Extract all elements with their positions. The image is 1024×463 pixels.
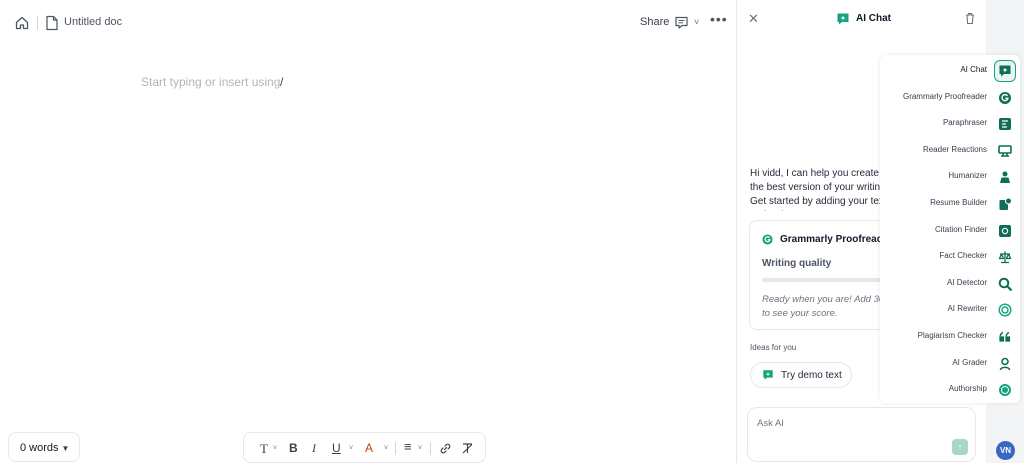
active-tool-highlight [994,60,1016,82]
clear-format-icon[interactable] [461,442,474,455]
scale-icon [998,251,1012,264]
chat-title: AI Chat [856,13,891,24]
tools-menu: AI Chat Grammarly Proofreader Paraphraser R… [880,55,1020,403]
tool-item-reader-reactions[interactable]: Reader Reactions [880,139,1020,163]
resume-icon [999,197,1012,210]
tool-label: Citation Finder [934,224,987,234]
rewriter-icon [998,303,1012,317]
toolbar-separator [395,442,396,455]
chevron-down-icon[interactable]: ˅ [273,445,277,452]
tool-label: AI Grader [952,357,987,367]
toolbar-separator [430,442,431,455]
tool-item-authorship[interactable]: Authorship [880,378,1020,402]
tool-item-plagiarism-checker[interactable]: Plagiarism Checker [880,325,1020,349]
tool-label: AI Rewriter [947,304,987,314]
link-icon[interactable] [439,442,452,455]
chevron-down-icon[interactable]: ˅ [694,17,699,27]
tool-item-ai-grader[interactable]: AI Grader [880,352,1020,376]
ai-chat-icon [837,13,849,25]
tool-item-ai-detector[interactable]: AI Detector [880,272,1020,296]
editor-placeholder[interactable]: Start typing or insert using [141,75,280,89]
editor-pane: Untitled doc Share ˅ ••• Start typing or… [0,0,736,463]
tool-label: Authorship [948,384,987,394]
detector-icon [998,277,1012,291]
text-style-button[interactable]: T [260,441,268,457]
card-note-line: to see your score. [762,308,838,319]
comment-icon[interactable] [674,15,689,30]
tool-item-citation-finder[interactable]: Citation Finder [880,219,1020,243]
tool-label: Reader Reactions [922,144,987,154]
word-count-label: 0 words [20,442,59,454]
slash-command-hint: / [280,75,284,89]
card-note: Ready when you are! Add 30+ to see your … [762,293,898,321]
tool-label: AI Chat [960,65,987,74]
card-title: Grammarly Proofreader [780,234,893,245]
demo-button-label: Try demo text [781,370,842,381]
tool-item-ai-chat[interactable]: AI Chat [880,59,1020,83]
format-toolbar: T ˅ B I U ˅ A ˅ ≡ ˅ [243,432,486,463]
top-bar: Untitled doc Share ˅ ••• [0,6,736,38]
ideas-label: Ideas for you [750,343,797,352]
breadcrumb-separator [37,16,38,30]
word-count-button[interactable]: 0 words ▼ [8,432,80,462]
tool-label: Fact Checker [939,251,987,261]
tool-item-fact-checker[interactable]: Fact Checker [880,245,1020,269]
tool-label: Plagiarism Checker [917,331,987,340]
authorship-icon [999,384,1011,397]
tool-label: AI Detector [946,277,987,287]
more-options-button[interactable]: ••• [710,11,728,27]
document-icon [46,15,58,31]
align-button[interactable]: ≡ [404,439,412,454]
chevron-down-icon[interactable]: ˅ [349,445,353,452]
share-button[interactable]: Share [640,16,669,28]
chevron-down-icon[interactable]: ˅ [418,445,422,452]
tool-item-humanizer[interactable]: Humanizer [880,165,1020,189]
avatar[interactable]: VN [996,441,1015,460]
quote-icon [999,331,1011,342]
ask-ai-box[interactable]: ↑ [747,407,976,462]
close-icon[interactable]: ✕ [748,11,759,27]
doc-title[interactable]: Untitled doc [64,16,122,28]
chevron-down-icon[interactable]: ˅ [384,445,388,452]
send-button[interactable]: ↑ [952,439,968,455]
grammarly-icon [999,91,1011,104]
grader-icon [999,357,1011,370]
card-note-line: Ready when you are! Add 30+ [762,294,890,305]
paraphraser-icon [999,118,1011,131]
tool-label: Grammarly Proofreader [902,91,987,101]
ai-chat-icon [763,370,773,380]
tool-item-grammarly-proofreader[interactable]: Grammarly Proofreader [880,86,1020,110]
writing-quality-label: Writing quality [762,258,832,269]
try-demo-text-button[interactable]: Try demo text [750,362,852,388]
tool-item-resume-builder[interactable]: Resume Builder [880,192,1020,216]
tool-item-ai-rewriter[interactable]: AI Rewriter [880,298,1020,322]
chat-greeting: Hi vidd, I can help you create the best … [750,168,889,211]
text-color-button[interactable]: A [365,441,373,455]
citation-icon [999,224,1011,237]
tool-item-paraphraser[interactable]: Paraphraser [880,112,1020,136]
bold-button[interactable]: B [289,441,298,455]
underline-button[interactable]: U [332,441,341,455]
chevron-down-icon: ▼ [61,444,70,453]
proofreader-card[interactable]: Grammarly Proofreader Writing quality Re… [749,220,899,330]
italic-button[interactable]: I [312,441,316,456]
tool-label: Paraphraser [942,118,987,128]
chat-icon [999,65,1010,76]
home-icon[interactable] [14,15,30,31]
humanizer-icon [1000,171,1010,184]
tool-label: Humanizer [948,171,987,181]
reactions-icon [998,144,1012,157]
ask-ai-input[interactable] [757,418,937,429]
writing-quality-bar [762,278,898,282]
trash-icon[interactable] [964,12,976,25]
tool-label: Resume Builder [930,198,987,207]
grammarly-icon [762,234,773,245]
